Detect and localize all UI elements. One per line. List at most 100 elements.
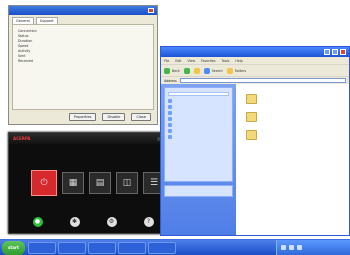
taskbar-button[interactable] xyxy=(27,241,56,254)
kv-value xyxy=(60,44,148,48)
window-controls xyxy=(324,49,346,55)
folder-item[interactable] xyxy=(246,130,339,140)
bottom-button-1[interactable]: ● xyxy=(32,216,43,228)
taskbar-button[interactable] xyxy=(147,241,176,254)
task-icon xyxy=(168,99,172,103)
task-item[interactable] xyxy=(168,105,229,109)
up-button[interactable] xyxy=(193,67,200,74)
menu-help[interactable]: Help xyxy=(235,59,242,63)
tile-2[interactable]: ▦ xyxy=(62,172,84,194)
tile-strip: ⏻ ▦ ▤ ◫ ☰ xyxy=(31,163,169,203)
tile-4[interactable]: ◫ xyxy=(116,172,138,194)
status-details: Connection Status Duration Speed Activit… xyxy=(12,24,154,110)
bottom-button-2[interactable]: ✱ xyxy=(69,216,80,228)
disable-button[interactable]: Disable xyxy=(102,113,126,121)
kv-value xyxy=(60,59,148,63)
menu-file[interactable]: File xyxy=(164,59,169,63)
status-actions: Properties Disable Close xyxy=(9,110,157,124)
search-button[interactable]: Search xyxy=(203,67,223,74)
minimize-icon[interactable] xyxy=(324,49,330,55)
media-window: ACERPA ⏻ ▦ ▤ ◫ ☰ ● ✱ ⚙ ? xyxy=(8,132,178,234)
properties-button[interactable]: Properties xyxy=(68,113,97,121)
kv-value xyxy=(60,49,148,53)
task-icon xyxy=(168,111,172,115)
task-item[interactable] xyxy=(168,129,229,133)
folders-button[interactable]: Folders xyxy=(226,67,247,74)
start-button[interactable]: start xyxy=(2,240,25,255)
tile-3[interactable]: ▤ xyxy=(89,172,111,194)
task-item[interactable] xyxy=(168,111,229,115)
menubar: File Edit View Favorites Tools Help xyxy=(161,57,349,64)
folder-item[interactable] xyxy=(246,94,339,104)
tile-power[interactable]: ⏻ xyxy=(31,170,57,196)
status-icon: ● xyxy=(32,216,43,227)
forward-button[interactable] xyxy=(183,67,190,74)
taskbar-button[interactable] xyxy=(117,241,146,254)
task-icon xyxy=(168,123,172,127)
kv-key: Sent xyxy=(18,54,26,58)
kv-value xyxy=(60,39,148,43)
task-list xyxy=(168,99,229,139)
menu-tools[interactable]: Tools xyxy=(222,59,230,63)
menu-view[interactable]: View xyxy=(188,59,196,63)
menu-favorites[interactable]: Favorites xyxy=(201,59,215,63)
back-label: Back xyxy=(172,68,180,73)
tray-icon[interactable] xyxy=(297,245,302,250)
close-icon[interactable] xyxy=(340,49,346,55)
kv-key: Duration xyxy=(18,39,33,43)
task-item[interactable] xyxy=(168,135,229,139)
close-icon[interactable] xyxy=(148,8,154,13)
system-tray xyxy=(276,239,350,255)
task-sidebar xyxy=(161,84,236,235)
taskbar-button[interactable] xyxy=(57,241,86,254)
kv-key: Speed xyxy=(18,44,29,48)
address-input[interactable] xyxy=(179,78,346,83)
folder-icon xyxy=(246,94,257,104)
taskbar: start xyxy=(0,239,350,255)
kv-value xyxy=(60,29,148,33)
tab-general[interactable]: General xyxy=(12,17,34,24)
back-icon xyxy=(164,67,170,74)
task-item[interactable] xyxy=(168,117,229,121)
kv-key: Status xyxy=(18,34,29,38)
forward-icon xyxy=(183,67,190,74)
status-titlebar[interactable] xyxy=(9,6,157,15)
search-label: Search xyxy=(211,68,223,73)
gear-icon: ✱ xyxy=(69,216,80,227)
folder-up-icon xyxy=(193,67,200,74)
maximize-icon[interactable] xyxy=(332,49,338,55)
task-icon xyxy=(168,105,172,109)
taskbar-button[interactable] xyxy=(87,241,116,254)
help-icon: ? xyxy=(143,216,154,227)
task-pane-header[interactable] xyxy=(168,92,229,96)
bottom-button-4[interactable]: ? xyxy=(143,216,154,228)
network-status-window: General Support Connection Status Durati… xyxy=(8,5,158,125)
task-item[interactable] xyxy=(168,99,229,103)
task-item[interactable] xyxy=(168,123,229,127)
tile-icon: ☰ xyxy=(149,178,159,188)
explorer-window: File Edit View Favorites Tools Help Back… xyxy=(160,46,350,236)
folders-label: Folders xyxy=(234,68,247,73)
folder-item[interactable] xyxy=(246,112,339,122)
task-icon xyxy=(168,117,172,121)
tray-icon[interactable] xyxy=(281,245,286,250)
status-kv: Connection Status Duration Speed Activit… xyxy=(18,29,148,63)
address-label: Address xyxy=(164,78,177,83)
media-titlebar[interactable]: ACERPA xyxy=(9,133,177,144)
bottom-button-3[interactable]: ⚙ xyxy=(106,216,117,228)
kv-value xyxy=(60,34,148,38)
explorer-titlebar[interactable] xyxy=(161,47,349,57)
tile-icon: ▦ xyxy=(68,178,78,188)
folder-icon xyxy=(246,112,257,122)
menu-edit[interactable]: Edit xyxy=(175,59,181,63)
task-icon xyxy=(168,129,172,133)
close-button[interactable]: Close xyxy=(131,113,151,121)
taskbar-buttons xyxy=(27,241,176,254)
back-button[interactable]: Back xyxy=(164,67,180,74)
secondary-pane[interactable] xyxy=(164,185,233,197)
tab-support[interactable]: Support xyxy=(35,17,58,24)
folders-icon xyxy=(226,67,233,74)
task-icon xyxy=(168,135,172,139)
tile-icon: ▤ xyxy=(95,178,105,188)
tray-icon[interactable] xyxy=(289,245,294,250)
